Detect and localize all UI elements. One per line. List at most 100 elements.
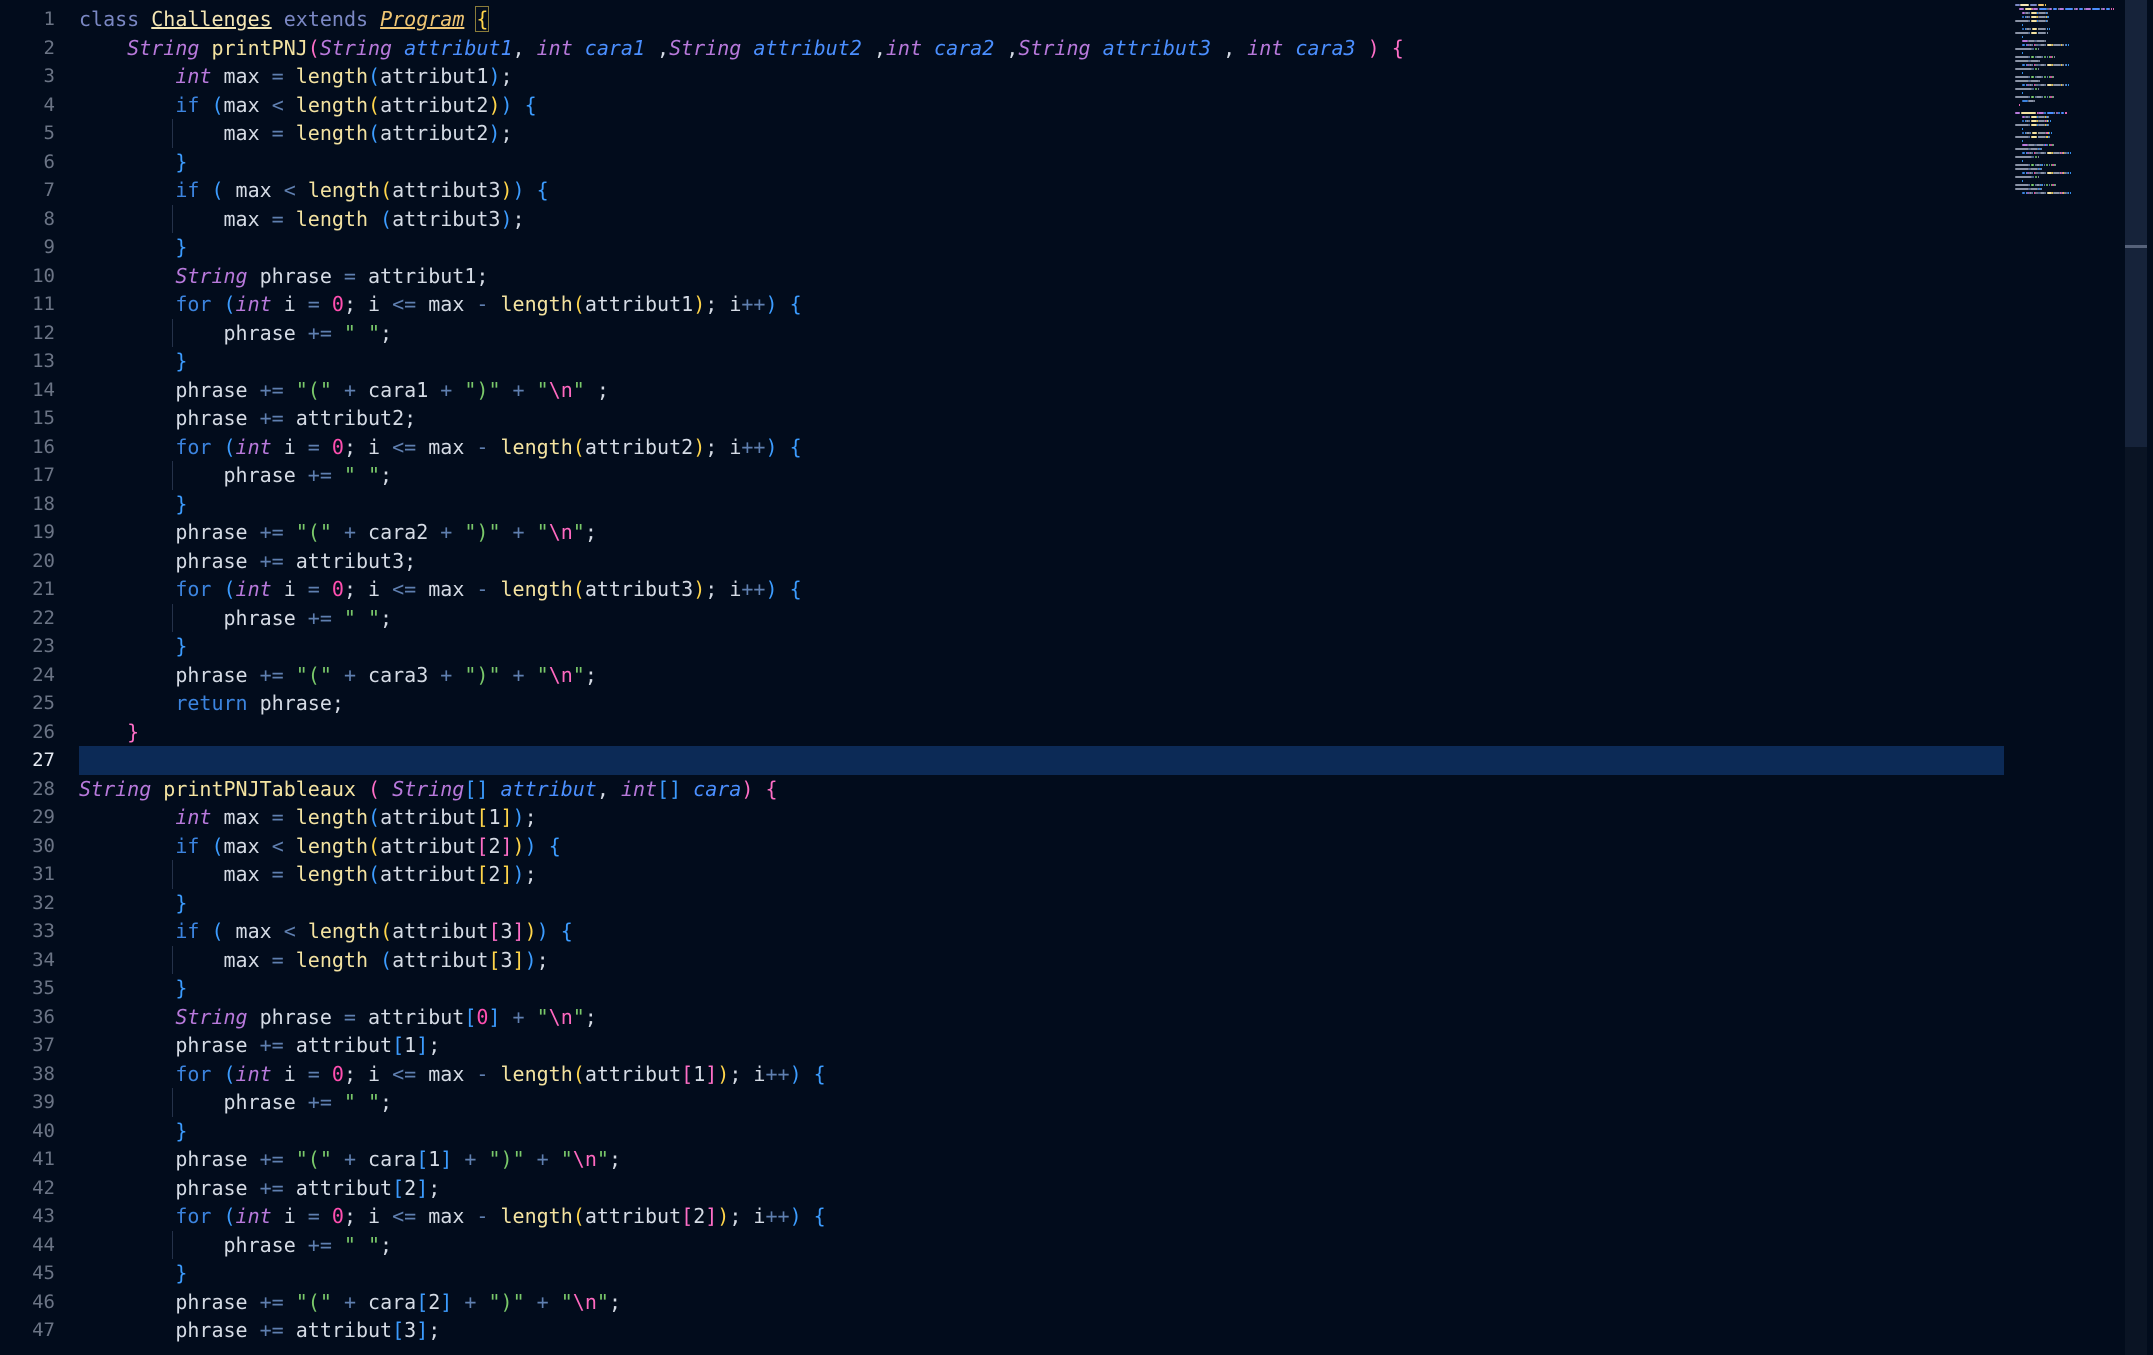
code-line[interactable]: } xyxy=(79,233,2004,262)
minimap-token xyxy=(2051,56,2053,58)
code-token: attribut1 xyxy=(584,292,694,316)
code-token: attribut3 xyxy=(1102,35,1212,60)
code-line[interactable]: } xyxy=(79,718,2004,747)
code-line[interactable]: String phrase = attribut1; xyxy=(79,262,2004,291)
code-token: + xyxy=(536,1147,549,1171)
code-line[interactable] xyxy=(79,746,2004,775)
code-line[interactable]: phrase += "(" + cara[2] + ")" + "\n"; xyxy=(79,1288,2004,1317)
code-token: ) xyxy=(512,805,525,829)
code-token: phrase xyxy=(79,1147,260,1171)
code-token: ] xyxy=(705,1061,718,1086)
code-line[interactable]: phrase += "(" + cara2 + ")" + "\n"; xyxy=(79,518,2004,547)
code-token: phrase xyxy=(79,520,260,544)
code-line[interactable]: int max = length(attribut[1]); xyxy=(79,803,2004,832)
code-line[interactable]: phrase += " "; xyxy=(79,1230,2004,1259)
code-line[interactable]: if ( max < length(attribut3)) { xyxy=(79,176,2004,205)
code-token: ( xyxy=(223,1204,236,1228)
code-token: cara2 xyxy=(355,520,441,544)
code-token: attribut xyxy=(392,947,489,972)
vertical-scrollbar-thumb[interactable] xyxy=(2125,0,2147,447)
minimap-token xyxy=(2068,84,2070,86)
code-line[interactable]: phrase += attribut[3]; xyxy=(79,1316,2004,1345)
code-line[interactable]: for (int i = 0; i <= max - length(attrib… xyxy=(79,1202,2004,1231)
minimap-token xyxy=(2028,184,2031,186)
minimap-token xyxy=(2032,156,2034,158)
code-line[interactable]: } xyxy=(79,1117,2004,1146)
code-line[interactable]: max = length(attribut2); xyxy=(79,119,2004,148)
code-token: , xyxy=(1006,35,1019,60)
code-line[interactable]: for (int i = 0; i <= max - length(attrib… xyxy=(79,1060,2004,1089)
code-line[interactable]: for (int i = 0; i <= max - length(attrib… xyxy=(79,575,2004,604)
code-token: String xyxy=(175,263,248,288)
code-line[interactable]: phrase += "(" + cara[1] + ")" + "\n"; xyxy=(79,1145,2004,1174)
code-token: ( xyxy=(572,577,585,601)
minimap-token xyxy=(2043,96,2047,98)
line-number: 29 xyxy=(32,806,55,828)
code-line[interactable]: phrase += " "; xyxy=(79,603,2004,632)
code-token: = xyxy=(307,292,320,316)
code-line[interactable]: phrase += attribut2; xyxy=(79,404,2004,433)
code-token: if xyxy=(175,919,200,943)
code-line[interactable]: if ( max < length(attribut[3])) { xyxy=(79,917,2004,946)
minimap-token xyxy=(2050,120,2052,122)
code-line[interactable]: String phrase = attribut[0] + "\n"; xyxy=(79,1003,2004,1032)
code-line[interactable]: max = length(attribut[2]); xyxy=(79,860,2004,889)
code-line[interactable]: for (int i = 0; i <= max - length(attrib… xyxy=(79,290,2004,319)
code-token: ( xyxy=(223,292,236,316)
code-token: += xyxy=(307,1090,332,1114)
code-line[interactable]: int max = length(attribut1); xyxy=(79,62,2004,91)
code-line[interactable]: if (max < length(attribut[2])) { xyxy=(79,832,2004,861)
code-token: length xyxy=(500,1061,573,1086)
code-line[interactable]: String printPNJTableaux ( String[] attri… xyxy=(79,775,2004,804)
code-token: <= xyxy=(392,292,417,316)
code-line[interactable]: phrase += attribut[1]; xyxy=(79,1031,2004,1060)
code-line[interactable]: class Challenges extends Program { xyxy=(79,5,2004,34)
code-line[interactable]: phrase += " "; xyxy=(79,461,2004,490)
code-line[interactable]: phrase += attribut[2]; xyxy=(79,1174,2004,1203)
code-line[interactable]: max = length (attribut3); xyxy=(79,204,2004,233)
code-line[interactable]: phrase += attribut3; xyxy=(79,547,2004,576)
minimap-token xyxy=(2049,28,2051,30)
code-line[interactable]: } xyxy=(79,889,2004,918)
code-area[interactable]: class Challenges extends Program { Strin… xyxy=(79,5,2004,1345)
code-token: { xyxy=(789,577,802,601)
code-line[interactable]: max = length (attribut[3]); xyxy=(79,945,2004,974)
code-line[interactable]: } xyxy=(79,632,2004,661)
code-line[interactable]: } xyxy=(79,347,2004,376)
code-line[interactable]: } xyxy=(79,148,2004,177)
code-token: " xyxy=(536,662,549,687)
code-line[interactable]: for (int i = 0; i <= max - length(attrib… xyxy=(79,433,2004,462)
code-line[interactable]: phrase += " "; xyxy=(79,1088,2004,1117)
minimap-token xyxy=(2054,164,2056,166)
code-token: attribut xyxy=(283,1318,393,1342)
code-token: phrase xyxy=(79,463,308,487)
code-line[interactable]: String printPNJ(String attribut1, int ca… xyxy=(79,34,2004,63)
line-number: 27 xyxy=(32,749,55,771)
code-line[interactable]: if (max < length(attribut2)) { xyxy=(79,91,2004,120)
code-line[interactable]: phrase += "(" + cara3 + ")" + "\n"; xyxy=(79,661,2004,690)
minimap-token xyxy=(2022,44,2025,46)
code-line[interactable]: } xyxy=(79,490,2004,519)
code-line[interactable]: phrase += "(" + cara1 + ")" + "\n" ; xyxy=(79,376,2004,405)
code-token: length xyxy=(295,92,369,117)
code-token: ) xyxy=(512,862,525,886)
code-line[interactable]: } xyxy=(79,974,2004,1003)
line-number: 19 xyxy=(32,521,55,543)
code-token: if xyxy=(175,833,200,858)
code-token: <= xyxy=(392,434,417,459)
code-line[interactable]: } xyxy=(79,1259,2004,1288)
code-line[interactable]: phrase += " "; xyxy=(79,318,2004,347)
code-editor[interactable]: 1 2 3 4 5 6 7 8 9 10 11 12 13 14 15 16 17 18 19 20 21 22 23 24 2… xyxy=(0,0,2153,1355)
code-token: + xyxy=(343,662,356,687)
minimap[interactable] xyxy=(2010,0,2125,240)
line-number: 8 xyxy=(43,207,55,230)
code-line[interactable]: return phrase; xyxy=(79,689,2004,718)
